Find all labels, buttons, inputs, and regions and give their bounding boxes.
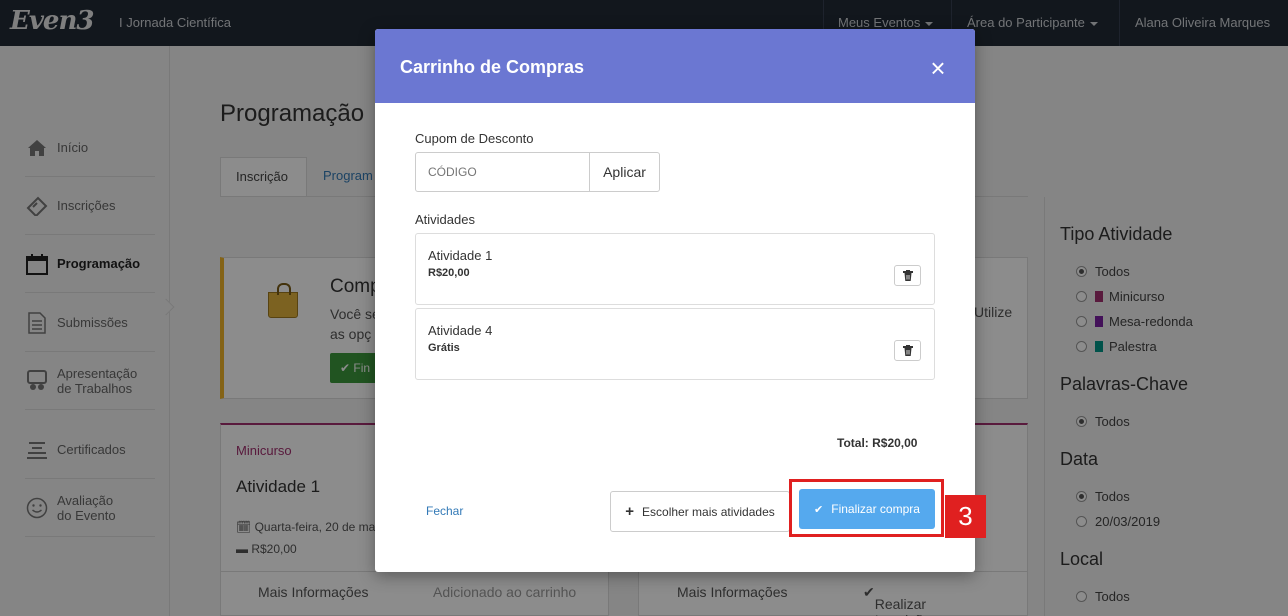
choose-more-label: Escolher mais atividades [642, 504, 775, 519]
trash-icon [902, 345, 913, 356]
choose-more-button[interactable]: + Escolher mais atividades [610, 491, 790, 532]
cart-item: Atividade 4 Grátis [415, 308, 935, 380]
cart-item-price: R$20,00 [428, 267, 470, 279]
cart-item-name: Atividade 1 [428, 248, 493, 263]
remove-item-button[interactable] [894, 265, 921, 286]
cart-item-price: Grátis [428, 342, 460, 354]
highlight-box [789, 479, 944, 537]
close-link[interactable]: Fechar [426, 504, 463, 518]
cart-total: Total: R$20,00 [837, 436, 918, 450]
remove-item-button[interactable] [894, 340, 921, 361]
close-icon[interactable]: × [927, 55, 949, 81]
cart-item: Atividade 1 R$20,00 [415, 233, 935, 305]
step-number-badge: 3 [945, 495, 986, 538]
activities-label: Atividades [415, 212, 475, 227]
apply-coupon-button[interactable]: Aplicar [589, 152, 660, 192]
modal-header: Carrinho de Compras × [375, 29, 975, 103]
modal-title: Carrinho de Compras [400, 57, 585, 77]
cart-item-name: Atividade 4 [428, 323, 493, 338]
plus-icon: + [625, 503, 635, 520]
trash-icon [902, 270, 913, 281]
coupon-input[interactable] [415, 152, 590, 192]
coupon-label: Cupom de Desconto [415, 131, 534, 146]
